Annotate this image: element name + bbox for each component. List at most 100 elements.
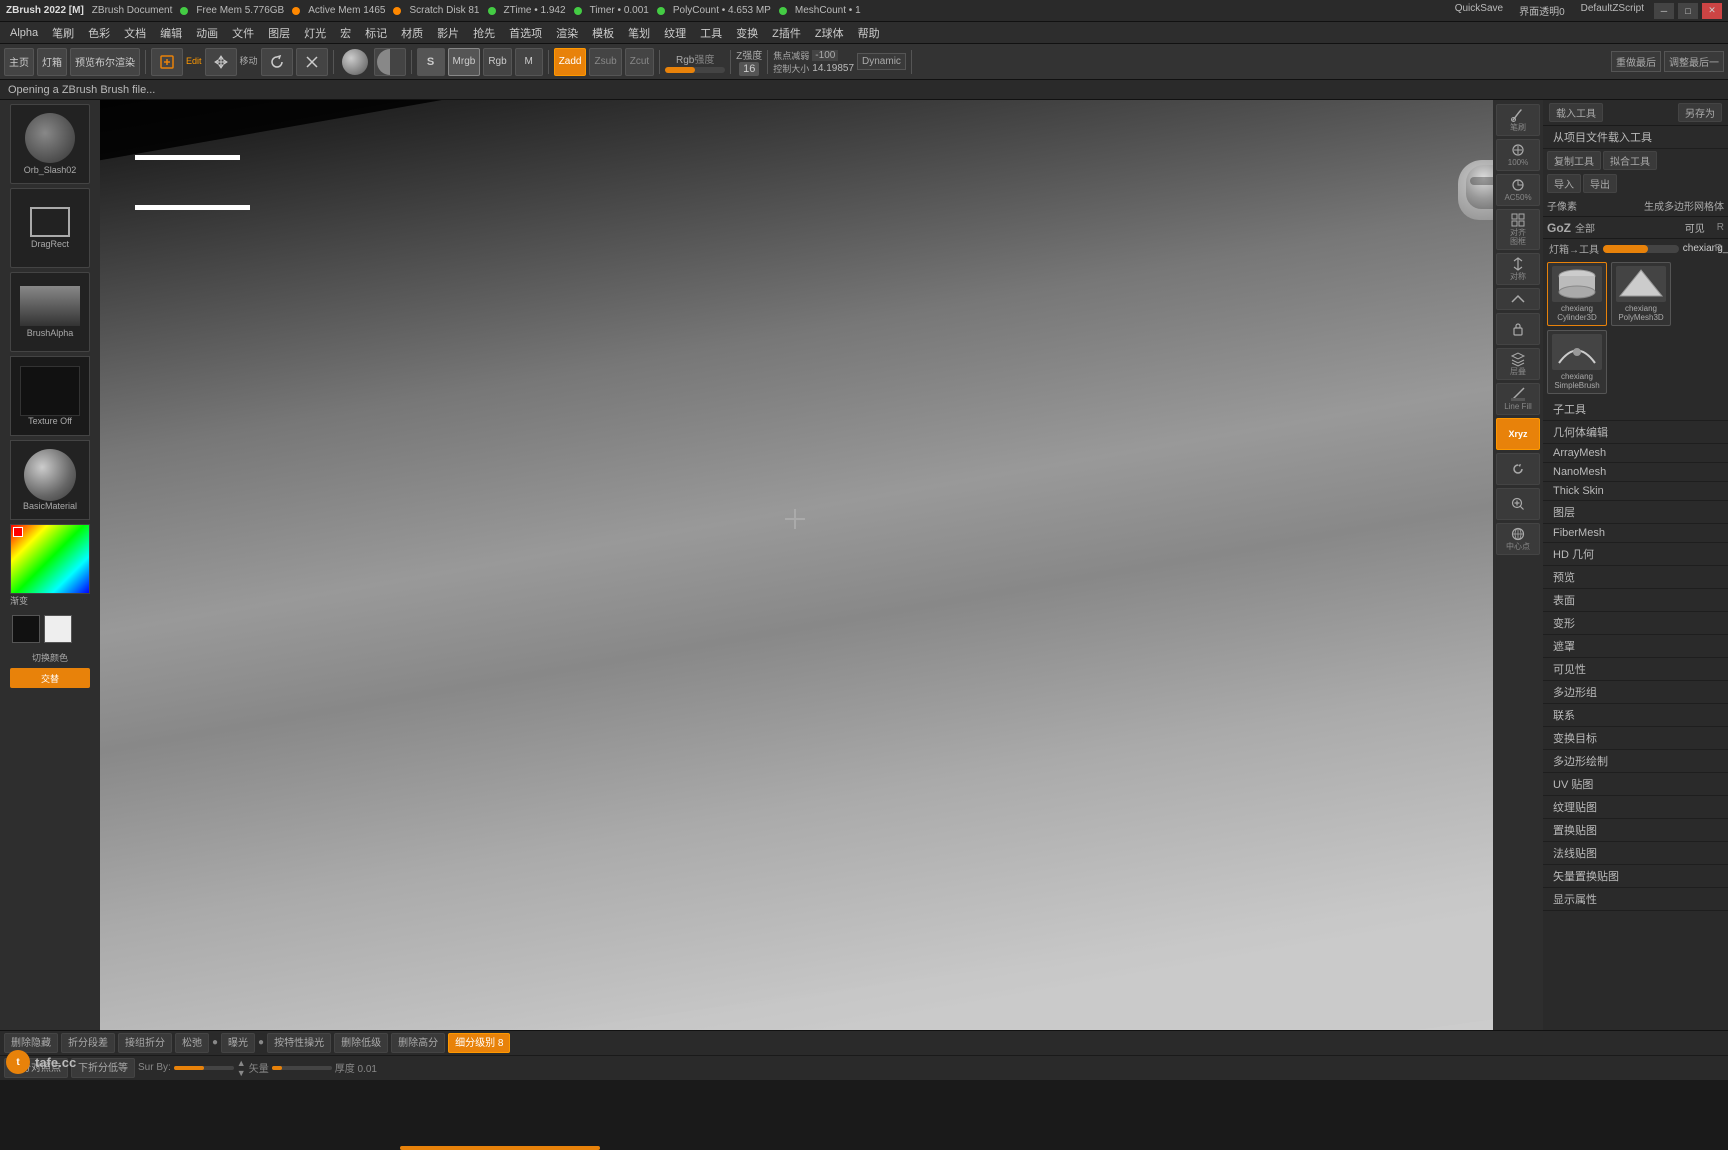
menu-pickup[interactable]: 抢先	[467, 23, 501, 43]
menu-nanomesh[interactable]: NanoMesh	[1543, 463, 1728, 482]
rs-xryz-btn[interactable]: Xryz	[1496, 418, 1540, 450]
rs-layer-btn[interactable]: 层叠	[1496, 348, 1540, 380]
menu-normal-map[interactable]: 法线贴图	[1543, 842, 1728, 865]
edit-btn[interactable]	[151, 48, 183, 76]
menu-thick-skin[interactable]: Thick Skin	[1543, 482, 1728, 501]
menu-arraymesh[interactable]: ArrayMesh	[1543, 444, 1728, 463]
menu-help[interactable]: 帮助	[852, 23, 886, 43]
brush-preview[interactable]: Orb_Slash02	[10, 104, 90, 184]
tool-thumb-poly[interactable]: chexiangPolyMesh3D	[1611, 262, 1671, 326]
zcut-btn[interactable]: Zcut	[625, 48, 654, 76]
menu-fibermesh[interactable]: FiberMesh	[1543, 524, 1728, 543]
rs-sym-btn[interactable]: 对称	[1496, 253, 1540, 285]
rs-linefill-btn[interactable]: Line Fill	[1496, 383, 1540, 415]
menu-render[interactable]: 渲染	[550, 23, 584, 43]
menu-contact[interactable]: 联系	[1543, 704, 1728, 727]
maximize-btn[interactable]: □	[1678, 3, 1698, 19]
menu-display-props[interactable]: 显示属性	[1543, 888, 1728, 911]
visible-label[interactable]: 可见	[1685, 220, 1705, 235]
zadd-btn[interactable]: Zadd	[554, 48, 587, 76]
tab-home[interactable]: 主页	[4, 48, 34, 76]
rgb-intensity-slider[interactable]	[665, 67, 725, 73]
menu-material[interactable]: 材质	[395, 23, 429, 43]
rs-brush-btn[interactable]: 笔刷	[1496, 104, 1540, 136]
from-file-item[interactable]: 从项目文件载入工具	[1543, 126, 1728, 149]
clone-btn[interactable]: 复制工具	[1547, 151, 1601, 170]
menu-edit[interactable]: 编辑	[154, 23, 188, 43]
menu-tool[interactable]: 工具	[694, 23, 728, 43]
close-btn[interactable]: ✕	[1702, 3, 1722, 19]
redo-last-btn[interactable]: 重做最后	[1611, 51, 1661, 72]
color-black[interactable]	[12, 615, 40, 643]
menu-mask[interactable]: 遮罩	[1543, 635, 1728, 658]
sb-fold-low[interactable]: 下折分低等	[71, 1058, 135, 1078]
sb-relax[interactable]: 松弛	[175, 1033, 209, 1053]
sb-exposure[interactable]: 曝光	[221, 1033, 255, 1053]
menu-displacement[interactable]: 置换贴图	[1543, 819, 1728, 842]
minimize-btn[interactable]: ─	[1654, 3, 1674, 19]
rs-grid-btn[interactable]: 对齐图框	[1496, 209, 1540, 250]
menu-polypaint[interactable]: 多边形绘制	[1543, 750, 1728, 773]
move-btn[interactable]	[205, 48, 237, 76]
menu-template[interactable]: 模板	[586, 23, 620, 43]
rs-zoomd-btn[interactable]: 100%	[1496, 139, 1540, 171]
color-white[interactable]	[44, 615, 72, 643]
menu-file[interactable]: 文件	[226, 23, 260, 43]
surby-slider[interactable]	[174, 1066, 234, 1070]
menu-texture-map[interactable]: 纹理贴图	[1543, 796, 1728, 819]
dynamic-btn[interactable]: Dynamic	[857, 53, 906, 70]
rs-lock-btn[interactable]	[1496, 313, 1540, 345]
rs-world-btn[interactable]: 中心点	[1496, 523, 1540, 555]
menu-texture[interactable]: 纹理	[658, 23, 692, 43]
menu-visibility[interactable]: 可见性	[1543, 658, 1728, 681]
script-label[interactable]: DefaultZScript	[1575, 3, 1650, 19]
color-picker[interactable]	[10, 524, 90, 594]
menu-transform-target[interactable]: 变换目标	[1543, 727, 1728, 750]
menu-vector-displacement[interactable]: 矢量置换贴图	[1543, 865, 1728, 888]
menu-layer[interactable]: 图层	[262, 23, 296, 43]
canvas-area[interactable]	[100, 100, 1548, 1030]
menu-preview[interactable]: 预览	[1543, 566, 1728, 589]
menu-color[interactable]: 色彩	[82, 23, 116, 43]
texture-off-box[interactable]: Texture Off	[10, 356, 90, 436]
menu-macro[interactable]: 宏	[334, 23, 357, 43]
scale-btn[interactable]	[296, 48, 328, 76]
menu-zplugin[interactable]: Z插件	[766, 23, 807, 43]
menu-animate[interactable]: 动画	[190, 23, 224, 43]
interface-label[interactable]: 界面透明0	[1513, 3, 1571, 19]
thickness-slider[interactable]	[272, 1066, 332, 1070]
goz-label[interactable]: GoZ	[1547, 221, 1571, 235]
menu-stroke[interactable]: 笔划	[622, 23, 656, 43]
menu-transform[interactable]: 变换	[730, 23, 764, 43]
menu-deform[interactable]: 变形	[1543, 612, 1728, 635]
material-sphere[interactable]: BasicMaterial	[10, 440, 90, 520]
find-tool-btn[interactable]: 拟合工具	[1603, 151, 1657, 170]
sb-delete-high[interactable]: 删除高分	[391, 1033, 445, 1053]
menu-layers[interactable]: 图层	[1543, 501, 1728, 524]
tab-lightbox[interactable]: 灯箱	[37, 48, 67, 76]
tab-preview[interactable]: 预览布尔渲染	[70, 48, 140, 76]
menu-brush[interactable]: 笔刷	[46, 23, 80, 43]
menu-uv-map[interactable]: UV 贴图	[1543, 773, 1728, 796]
m-btn[interactable]: M	[515, 48, 543, 76]
brush-circle-btn[interactable]	[339, 48, 371, 76]
rs-ac50-btn[interactable]: AC50%	[1496, 174, 1540, 206]
import-btn[interactable]: 导入	[1547, 174, 1581, 193]
zsub-btn[interactable]: Zsub	[589, 48, 621, 76]
sb-special-light[interactable]: 按特性操光	[267, 1033, 331, 1053]
menu-subtool[interactable]: 子工具	[1543, 398, 1728, 421]
adjust-last-btn[interactable]: 调整最后一	[1664, 51, 1724, 72]
all-label[interactable]: 全部	[1575, 220, 1595, 235]
sb-delete-low[interactable]: 删除低级	[334, 1033, 388, 1053]
drag-rect-preview[interactable]: DragRect	[10, 188, 90, 268]
brush-half-btn[interactable]	[374, 48, 406, 76]
tool-thumb-cylinder[interactable]: chexiangCylinder3D	[1547, 262, 1607, 326]
save-as-btn[interactable]: 另存为	[1678, 103, 1722, 122]
menu-preference[interactable]: 首选项	[503, 23, 548, 43]
menu-marker[interactable]: 标记	[359, 23, 393, 43]
menu-surface[interactable]: 表面	[1543, 589, 1728, 612]
menu-movie[interactable]: 影片	[431, 23, 465, 43]
direction-track[interactable]	[1603, 245, 1679, 253]
menu-light[interactable]: 灯光	[298, 23, 332, 43]
rotate-btn[interactable]	[261, 48, 293, 76]
